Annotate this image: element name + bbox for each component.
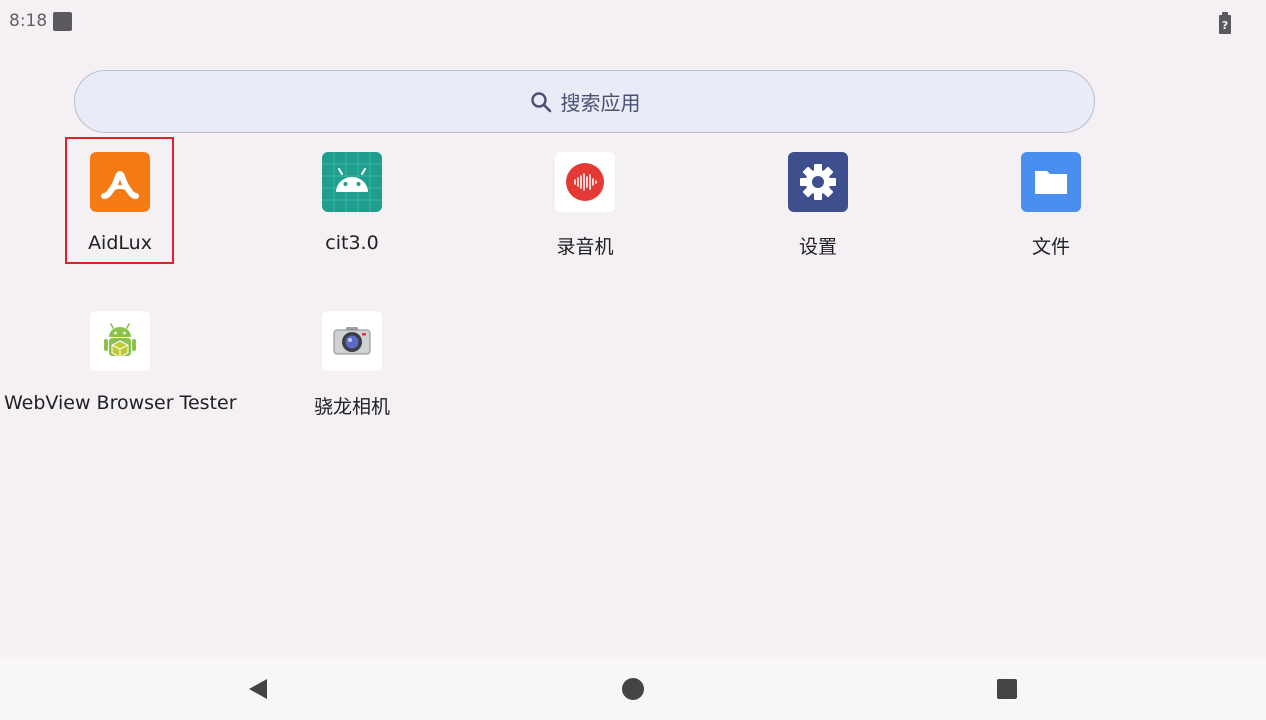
status-bar: 8:18 ? <box>0 0 1266 44</box>
app-cit[interactable]: cit3.0 <box>236 138 468 268</box>
recents-button[interactable] <box>992 674 1022 704</box>
recents-icon <box>997 679 1017 699</box>
app-webview-browser-tester[interactable]: WebView Browser Tester <box>4 297 237 427</box>
app-label: 设置 <box>798 236 837 258</box>
navigation-bar <box>0 657 1266 720</box>
app-label: WebView Browser Tester <box>4 392 237 414</box>
search-placeholder: 搜索应用 <box>560 91 641 115</box>
battery-unknown-icon: ? <box>1219 12 1231 34</box>
folder-icon <box>1021 152 1081 212</box>
search-bar[interactable]: 搜索应用 <box>74 70 1095 133</box>
svg-text:?: ? <box>1222 19 1228 32</box>
app-label: 录音机 <box>556 236 614 258</box>
app-label: cit3.0 <box>325 232 379 254</box>
gear-icon <box>788 152 848 212</box>
app-label: AidLux <box>88 232 152 254</box>
app-files[interactable]: 文件 <box>935 138 1167 268</box>
app-label: 文件 <box>1031 236 1070 258</box>
app-label: 骁龙相机 <box>313 396 390 418</box>
search-icon <box>530 91 551 112</box>
back-button[interactable] <box>243 674 273 704</box>
app-snapdragon-camera[interactable]: 骁龙相机 <box>236 297 468 427</box>
square-notification-icon <box>53 12 72 31</box>
home-icon <box>622 678 644 700</box>
home-screen: 8:18 ? 搜索应用 AidLux cit3.0 录音机 设置 文件 WebV… <box>0 0 1266 720</box>
back-icon <box>249 679 267 699</box>
app-aidlux[interactable]: AidLux <box>4 138 236 268</box>
app-recorder[interactable]: 录音机 <box>469 138 701 268</box>
android-icon <box>322 152 382 212</box>
home-button[interactable] <box>618 674 648 704</box>
android-package-icon <box>90 311 150 371</box>
camera-icon <box>322 311 382 371</box>
status-time: 8:18 <box>9 11 48 31</box>
app-settings[interactable]: 设置 <box>702 138 934 268</box>
recorder-icon <box>555 152 615 212</box>
aidlux-icon <box>90 152 150 212</box>
